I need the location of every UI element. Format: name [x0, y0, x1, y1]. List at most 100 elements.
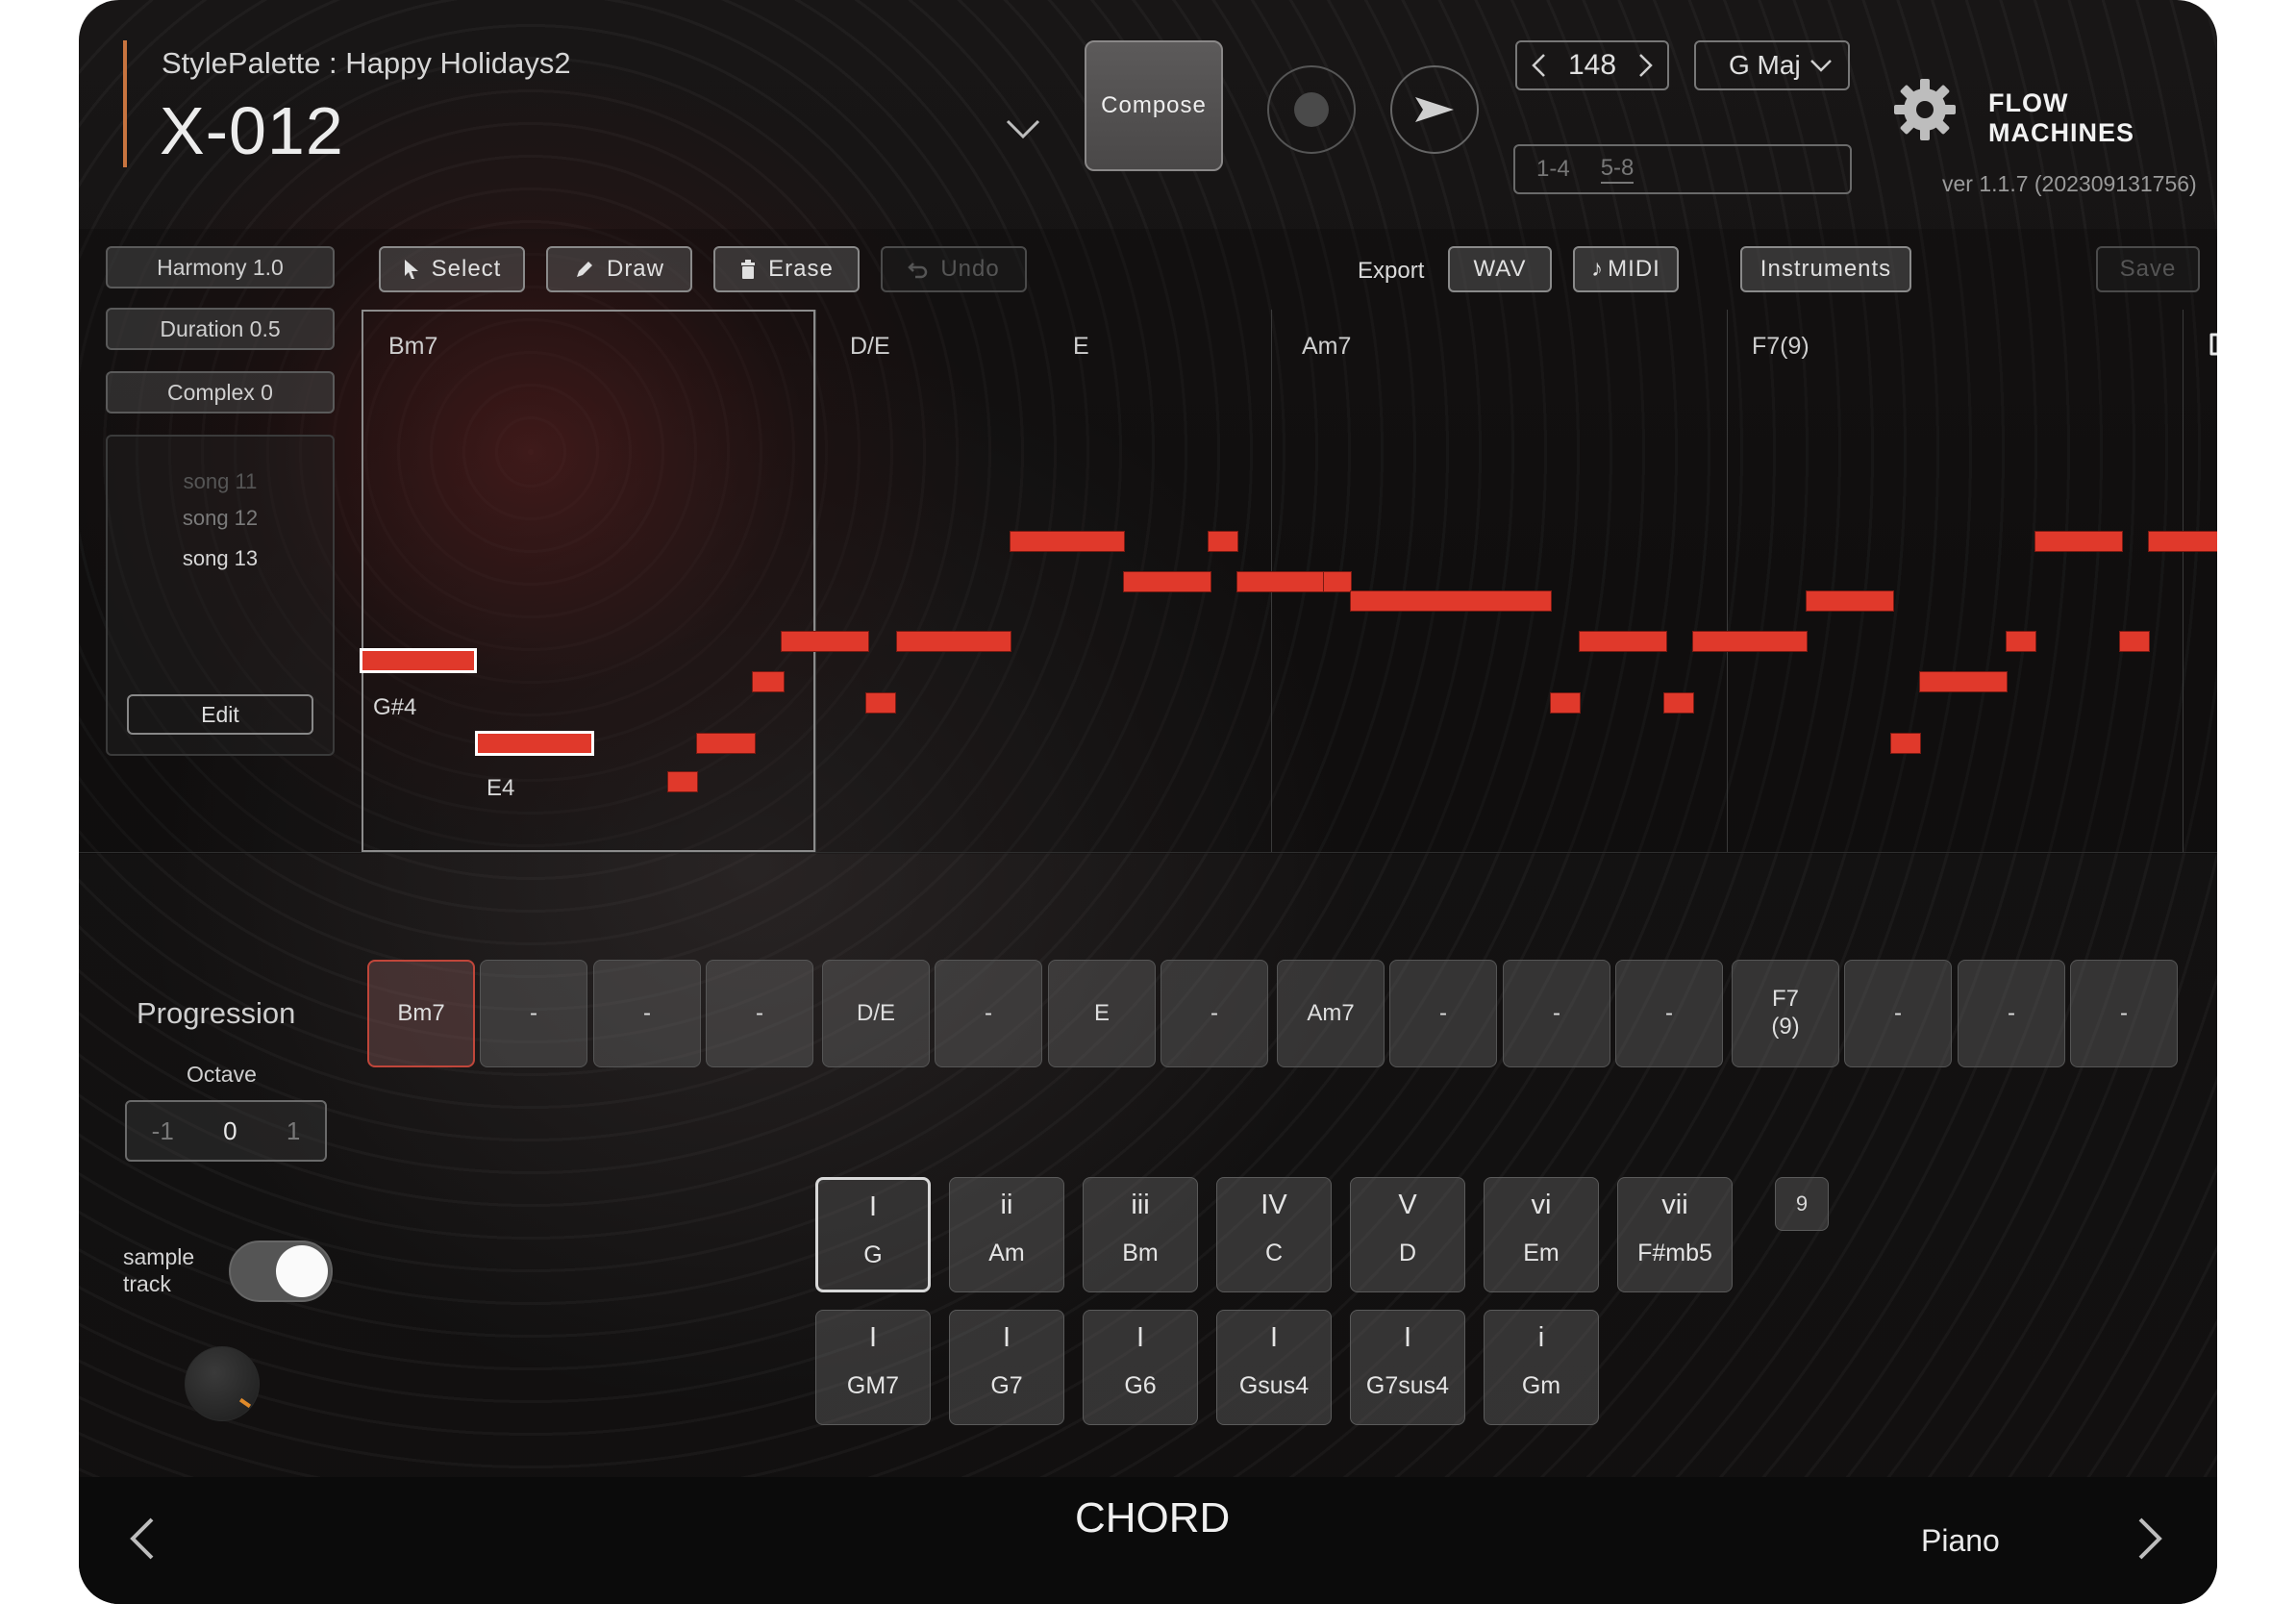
save-button[interactable]: Save — [2096, 246, 2200, 292]
chord-button[interactable]: I G — [815, 1177, 931, 1292]
play-button[interactable] — [1390, 65, 1479, 154]
note-selected[interactable] — [475, 731, 594, 756]
note[interactable] — [1208, 531, 1238, 552]
note[interactable] — [1323, 571, 1352, 592]
bar-range-1-4[interactable]: 1-4 — [1536, 156, 1570, 183]
record-button[interactable] — [1267, 65, 1356, 154]
chord-button[interactable]: I Gsus4 — [1216, 1310, 1332, 1425]
note[interactable] — [1663, 692, 1694, 714]
note[interactable] — [2006, 631, 2036, 652]
tempo-control[interactable]: 148 — [1515, 40, 1669, 90]
note[interactable] — [1236, 571, 1325, 592]
cursor-icon — [404, 260, 418, 279]
gear-icon[interactable] — [1892, 77, 1958, 142]
chord-button[interactable]: V D — [1350, 1177, 1465, 1292]
progression-slot[interactable]: - — [2070, 960, 2178, 1067]
octave-option[interactable]: 1 — [287, 1116, 300, 1146]
octave-option-selected[interactable]: 0 — [223, 1116, 237, 1146]
piano-roll[interactable]: Bm7 D/E E Am7 F7(9) G#4 E4 — [360, 310, 2217, 852]
progression-slot[interactable]: - — [1615, 960, 1723, 1067]
song-item-selected[interactable]: song 13 — [108, 546, 333, 571]
edit-songs-button[interactable]: Edit — [127, 694, 313, 735]
chord-degree: vi — [1531, 1190, 1552, 1220]
note[interactable] — [1579, 631, 1667, 652]
progression-slot[interactable]: - — [1389, 960, 1497, 1067]
progression-slot[interactable]: - — [480, 960, 587, 1067]
chord-button[interactable]: I G6 — [1083, 1310, 1198, 1425]
song-item[interactable]: song 11 — [108, 469, 333, 494]
complex-param[interactable]: Complex 0 — [106, 371, 335, 414]
harmony-param[interactable]: Harmony 1.0 — [106, 246, 335, 288]
chord-button[interactable]: vi Em — [1484, 1177, 1599, 1292]
chevron-down-icon[interactable] — [1004, 113, 1042, 142]
progression-slot[interactable]: - — [1503, 960, 1610, 1067]
progression-slot[interactable]: - — [1160, 960, 1268, 1067]
draw-tool-button[interactable]: Draw — [546, 246, 692, 292]
chord-button[interactable]: IV C — [1216, 1177, 1332, 1292]
note[interactable] — [696, 733, 756, 754]
instruments-button[interactable]: Instruments — [1740, 246, 1911, 292]
tempo-increase-icon[interactable] — [1638, 53, 1654, 78]
select-tool-button[interactable]: Select — [379, 246, 525, 292]
export-wav-button[interactable]: WAV — [1448, 246, 1552, 292]
chord-button[interactable]: vii F#mb5 — [1617, 1177, 1733, 1292]
progression-slot[interactable]: - — [706, 960, 813, 1067]
erase-tool-button[interactable]: Erase — [713, 246, 860, 292]
duration-param[interactable]: Duration 0.5 — [106, 308, 335, 350]
bar-divider — [1727, 310, 1728, 852]
progression-slot[interactable]: - — [593, 960, 701, 1067]
note[interactable] — [1890, 733, 1921, 754]
bar-range-5-8[interactable]: 5-8 — [1600, 155, 1635, 184]
song-item[interactable]: song 12 — [108, 506, 333, 531]
compose-button[interactable]: Compose — [1085, 40, 1223, 171]
chord-button[interactable]: iii Bm — [1083, 1177, 1198, 1292]
thumbs-up-icon[interactable] — [2208, 317, 2217, 358]
progression-slot[interactable]: Bm7 — [367, 960, 475, 1067]
version-text: ver 1.1.7 (202309131756) — [1942, 171, 2197, 196]
chevron-right-icon[interactable] — [2131, 1516, 2169, 1562]
roll-chord-label: D/E — [850, 333, 890, 360]
chord-button[interactable]: I GM7 — [815, 1310, 931, 1425]
bar-range-selector[interactable]: 1-4 5-8 — [1513, 144, 1852, 194]
note[interactable] — [1010, 531, 1125, 552]
progression-slot[interactable]: E — [1048, 960, 1156, 1067]
note[interactable] — [1550, 692, 1581, 714]
progression-slot[interactable]: - — [935, 960, 1042, 1067]
sample-track-toggle[interactable] — [229, 1241, 333, 1302]
chord-button[interactable]: ii Am — [949, 1177, 1064, 1292]
note[interactable] — [752, 671, 785, 692]
chevron-left-icon[interactable] — [123, 1516, 162, 1562]
progression-slot[interactable]: - — [1958, 960, 2065, 1067]
sample-track-label-line: sample — [123, 1244, 195, 1269]
progression-slot[interactable]: F7 (9) — [1732, 960, 1839, 1067]
note[interactable] — [1350, 590, 1552, 612]
tempo-decrease-icon[interactable] — [1531, 53, 1546, 78]
key-select[interactable]: G Maj — [1694, 40, 1850, 90]
note[interactable] — [781, 631, 869, 652]
chord-button[interactable]: I G7 — [949, 1310, 1064, 1425]
note[interactable] — [896, 631, 1011, 652]
note[interactable] — [2034, 531, 2123, 552]
selected-bar[interactable] — [362, 310, 815, 852]
progression-slot[interactable]: - — [1844, 960, 1952, 1067]
note[interactable] — [2119, 631, 2150, 652]
progression-slot[interactable]: D/E — [822, 960, 930, 1067]
note[interactable] — [2148, 531, 2217, 552]
volume-knob[interactable] — [185, 1346, 260, 1421]
octave-selector[interactable]: -1 0 1 — [125, 1100, 327, 1162]
note-selected[interactable] — [360, 648, 477, 673]
note[interactable] — [667, 771, 698, 792]
octave-option[interactable]: -1 — [152, 1116, 174, 1146]
note[interactable] — [1806, 590, 1894, 612]
undo-button[interactable]: Undo — [881, 246, 1027, 292]
note[interactable] — [865, 692, 896, 714]
note[interactable] — [1692, 631, 1808, 652]
export-midi-button[interactable]: ♪ MIDI — [1573, 246, 1679, 292]
chord-button[interactable]: i Gm — [1484, 1310, 1599, 1425]
progression-slot[interactable]: Am7 — [1277, 960, 1385, 1067]
note[interactable] — [1123, 571, 1211, 592]
chord-button[interactable]: I G7sus4 — [1350, 1310, 1465, 1425]
extension-9-button[interactable]: 9 — [1775, 1177, 1829, 1231]
note[interactable] — [1919, 671, 2008, 692]
title-accent-bar — [123, 40, 127, 167]
